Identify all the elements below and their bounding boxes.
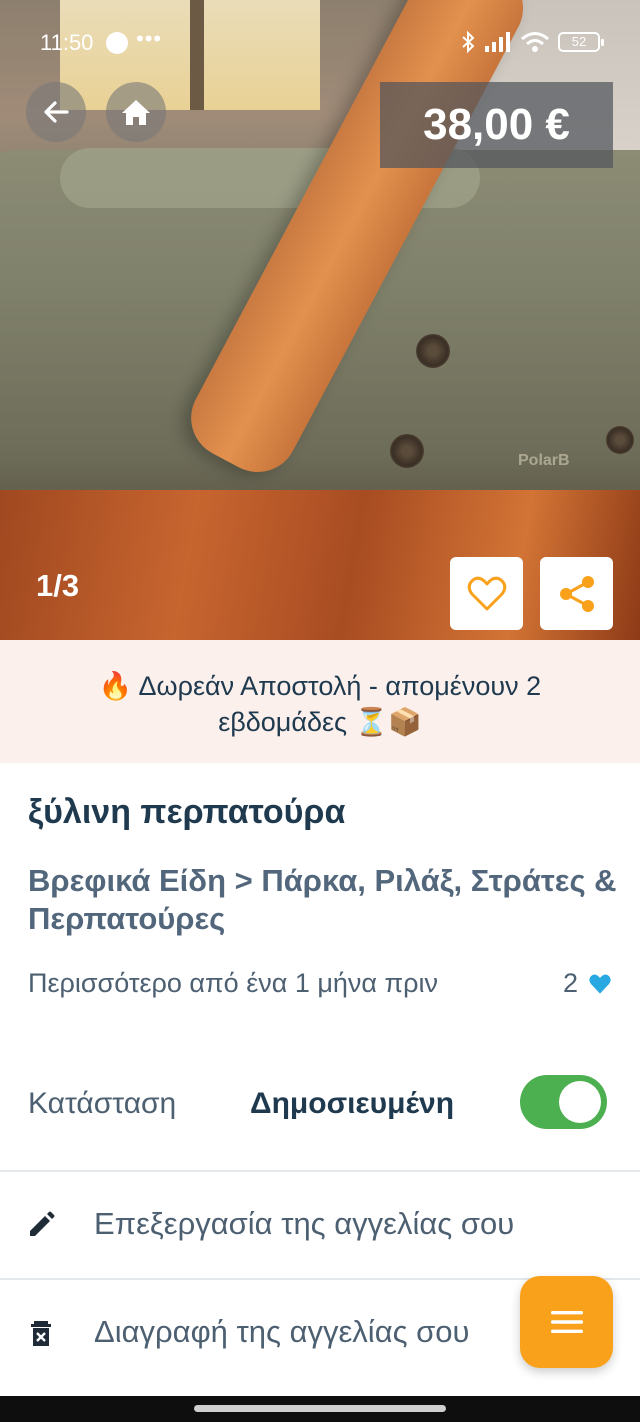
category-breadcrumb[interactable]: Βρεφικά Είδη > Πάρκα, Ριλάξ, Στράτες & Π… [28,862,628,938]
wifi-icon [521,32,549,52]
likes-count: 2 [563,968,612,999]
messenger-icon [106,32,128,54]
banner-line-2: εβδομάδες ⏳📦 [218,707,422,737]
favorite-button[interactable] [450,557,523,630]
share-icon [559,575,594,612]
arrow-left-icon [44,101,69,123]
status-label: Κατάσταση [28,1087,177,1120]
image-counter: 1/3 [36,568,80,603]
photo-screw [606,426,634,454]
battery-icon: 52 [558,32,604,52]
price-tag: 38,00 € [380,82,613,168]
home-gesture-pill[interactable] [194,1405,446,1412]
status-value: Δημοσιευμένη [250,1087,455,1120]
heart-outline-icon [467,576,506,610]
listing-title: ξύλινη περπατούρα [28,793,346,831]
status-bar: 11:50 ••• 52 [0,24,640,60]
trash-icon [31,1321,51,1346]
posted-time: Περισσότερο από ένα 1 μήνα πριν [28,968,439,998]
home-icon [122,100,150,125]
menu-button[interactable] [520,1276,613,1368]
back-button[interactable] [26,82,86,142]
delete-listing-label: Διαγραφή της αγγελίας σου [94,1314,470,1349]
more-notifications-icon: ••• [136,26,163,51]
publish-toggle[interactable] [520,1075,607,1129]
photo-brand-mark: PolarB [518,452,570,469]
pencil-icon [30,1211,55,1236]
photo-screw [390,434,424,468]
home-button[interactable] [106,82,166,142]
signal-icon [485,32,510,52]
banner-line-1: 🔥 Δωρεάν Αποστολή - απομένουν 2 [98,671,542,701]
divider [0,1170,640,1172]
free-shipping-banner: 🔥 Δωρεάν Αποστολή - απομένουν 2 εβδομάδε… [0,640,640,763]
share-button[interactable] [540,557,613,630]
edit-listing-label: Επεξεργασία της αγγελίας σου [94,1206,515,1241]
system-nav-bar [0,1396,640,1422]
likes-number: 2 [562,968,578,998]
status-time: 11:50 [40,30,94,55]
toggle-knob [559,1081,601,1123]
photo-screw [416,334,450,368]
bluetooth-icon [462,30,475,54]
status-row: Κατάσταση Δημοσιευμένη [0,1075,640,1135]
heart-filled-icon [589,974,611,994]
edit-listing-row[interactable]: Επεξεργασία της αγγελίας σου [0,1176,640,1276]
hamburger-menu-icon [550,1311,583,1333]
